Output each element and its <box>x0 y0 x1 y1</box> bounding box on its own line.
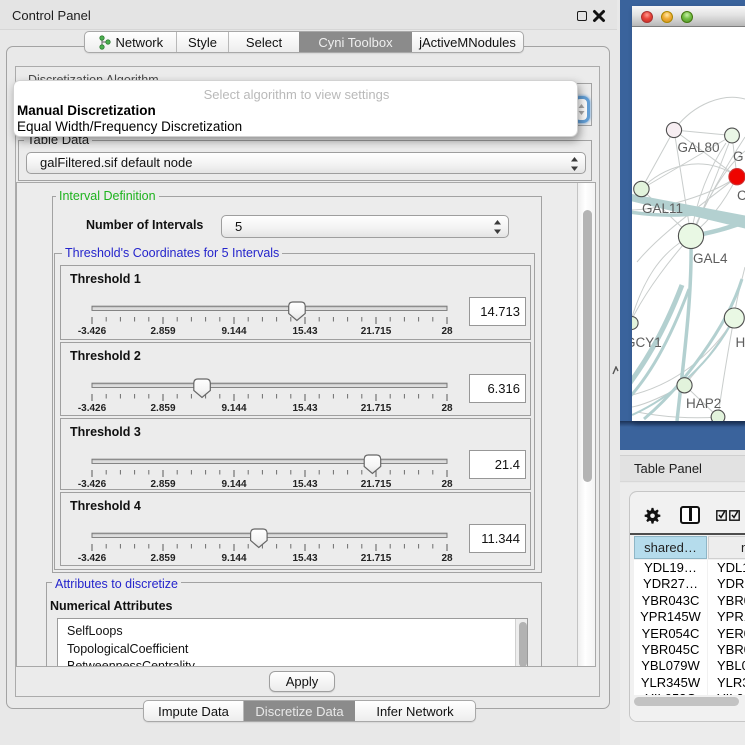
svg-text:H: H <box>736 335 745 350</box>
svg-text:2.859: 2.859 <box>150 479 175 489</box>
svg-text:GCY1: GCY1 <box>632 335 662 350</box>
svg-text:28: 28 <box>441 326 453 337</box>
svg-text:-3.426: -3.426 <box>78 479 107 489</box>
svg-text:9.144: 9.144 <box>221 326 246 337</box>
svg-text:HAP2: HAP2 <box>686 396 721 411</box>
svg-text:9.144: 9.144 <box>221 403 246 414</box>
svg-text:9.144: 9.144 <box>221 479 246 489</box>
svg-text:21.715: 21.715 <box>361 326 392 337</box>
svg-text:2.859: 2.859 <box>150 553 175 564</box>
svg-text:-3.426: -3.426 <box>78 553 107 564</box>
svg-text:-3.426: -3.426 <box>78 403 107 414</box>
svg-text:C…: C… <box>737 188 745 203</box>
svg-text:15.43: 15.43 <box>292 403 317 414</box>
svg-text:15.43: 15.43 <box>292 326 317 337</box>
svg-text:2.859: 2.859 <box>150 403 175 414</box>
svg-text:15.43: 15.43 <box>292 479 317 489</box>
svg-text:GAL4: GAL4 <box>693 251 728 266</box>
svg-text:9.144: 9.144 <box>221 553 246 564</box>
svg-text:GAL11: GAL11 <box>642 201 683 216</box>
svg-text:28: 28 <box>441 403 453 414</box>
svg-text:21.715: 21.715 <box>361 553 392 564</box>
svg-text:G…: G… <box>733 149 745 164</box>
svg-text:15.43: 15.43 <box>292 553 317 564</box>
svg-text:21.715: 21.715 <box>361 479 392 489</box>
svg-text:28: 28 <box>441 479 453 489</box>
svg-text:2.859: 2.859 <box>150 326 175 337</box>
svg-text:28: 28 <box>441 553 453 564</box>
svg-text:GAL80: GAL80 <box>678 140 720 155</box>
svg-text:-3.426: -3.426 <box>78 326 107 337</box>
svg-text:21.715: 21.715 <box>361 403 392 414</box>
